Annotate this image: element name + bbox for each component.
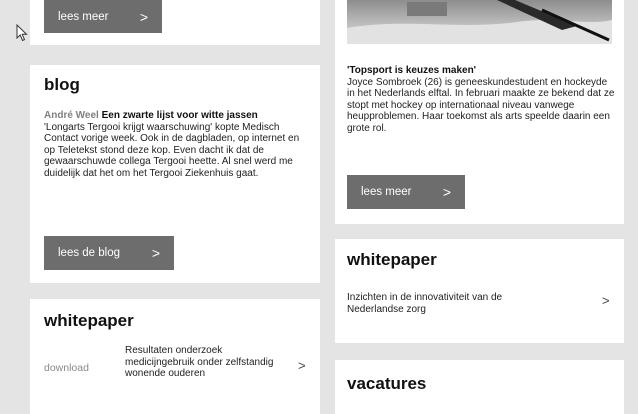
button-label: lees meer [58, 10, 109, 23]
blog-author: André Weel [44, 110, 99, 121]
whitepaper-heading: whitepaper [44, 311, 134, 330]
vacatures-heading: vacatures [347, 374, 427, 393]
button-label: lees meer [361, 186, 412, 198]
chevron-right-icon[interactable]: > [298, 358, 306, 373]
vacatures-card: vacatures [335, 360, 624, 414]
blog-card: blog André Weel Een zwarte lijst voor wi… [30, 65, 320, 283]
hockey-photo-graphic [347, 0, 612, 44]
lees-meer-button[interactable]: lees meer > [44, 0, 162, 33]
chevron-right-icon: > [139, 8, 148, 25]
whitepaper-item-text[interactable]: Resultaten onderzoek medicijngebruik ond… [125, 345, 281, 380]
blog-title[interactable]: Een zwarte lijst voor witte jassen [102, 110, 258, 121]
blog-heading: blog [44, 75, 80, 94]
article-card-topsport: 'Topsport is keuzes maken' Joyce Sombroe… [335, 0, 624, 224]
chevron-right-icon[interactable]: > [602, 293, 610, 308]
blog-excerpt: André Weel Een zwarte lijst voor witte j… [44, 110, 306, 180]
button-label: lees de blog [58, 247, 121, 259]
chevron-right-icon: > [442, 184, 451, 200]
lees-de-blog-button[interactable]: lees de blog > [44, 236, 174, 270]
topsport-body: Joyce Sombroek (26) is geneeskundestuden… [347, 76, 615, 134]
whitepaper-card-right: whitepaper Inzichten in de innovativitei… [335, 239, 624, 343]
chevron-right-icon: > [151, 245, 160, 261]
topsport-title[interactable]: 'Topsport is keuzes maken' [347, 65, 476, 76]
article-card-top-left: lees meer > [30, 0, 320, 45]
whitepaper-heading: whitepaper [347, 250, 437, 269]
topsport-excerpt: 'Topsport is keuzes maken' Joyce Sombroe… [347, 65, 615, 135]
download-label[interactable]: download [44, 362, 89, 375]
whitepaper-card-left: whitepaper download Resultaten onderzoek… [30, 299, 320, 414]
mouse-pointer-icon [16, 24, 28, 42]
hockey-photo [347, 0, 612, 44]
blog-body: 'Longarts Tergooi krijgt waarschuwing' k… [44, 121, 300, 179]
whitepaper-item-text[interactable]: Inzichten in de innovativiteit van de Ne… [347, 292, 557, 315]
lees-meer-button[interactable]: lees meer > [347, 175, 465, 209]
